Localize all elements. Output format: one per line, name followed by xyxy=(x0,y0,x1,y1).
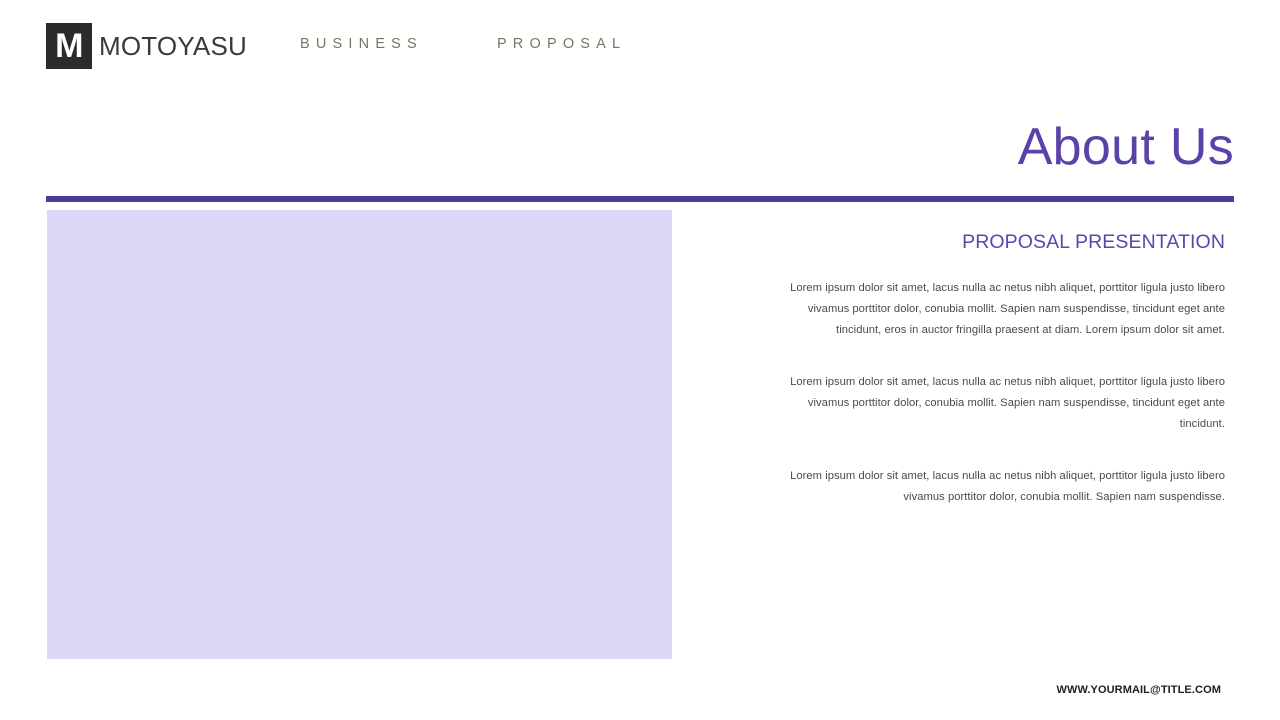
slide-footer: WWW.YOURMAIL@TITLE.COM xyxy=(1057,680,1221,698)
brand-logo: M MOTOYASU xyxy=(46,23,247,69)
image-placeholder xyxy=(47,210,672,659)
footer-website[interactable]: WWW.YOURMAIL@TITLE.COM xyxy=(1057,684,1221,696)
nav-item-business[interactable]: BUSINESS xyxy=(300,36,423,52)
content-paragraph: Lorem ipsum dolor sit amet, lacus nulla … xyxy=(790,282,1225,337)
content-paragraph: Lorem ipsum dolor sit amet, lacus nulla … xyxy=(790,376,1225,431)
page-title-block: About Us xyxy=(534,120,1234,175)
logo-mark-icon: M xyxy=(46,23,92,69)
title-divider xyxy=(46,196,1234,202)
content-paragraph: Lorem ipsum dolor sit amet, lacus nulla … xyxy=(790,470,1225,504)
slide-header: M MOTOYASU BUSINESS PROPOSAL xyxy=(0,0,1280,92)
content-subtitle: PROPOSAL PRESENTATION xyxy=(962,231,1225,253)
page-title: About Us xyxy=(1017,118,1234,176)
logo-mark-letter: M xyxy=(55,27,83,65)
slide-about-us: M MOTOYASU BUSINESS PROPOSAL About Us PR… xyxy=(0,0,1280,720)
nav-item-proposal[interactable]: PROPOSAL xyxy=(497,36,626,52)
brand-name: MOTOYASU xyxy=(99,30,247,61)
content-column: PROPOSAL PRESENTATION Lorem ipsum dolor … xyxy=(770,231,1225,508)
header-nav: BUSINESS PROPOSAL xyxy=(300,36,626,52)
